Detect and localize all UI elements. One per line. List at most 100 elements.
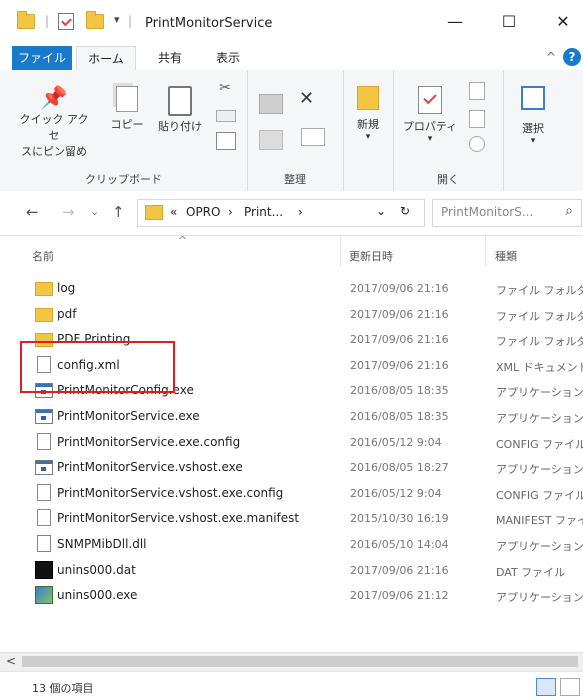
details-view-icon[interactable] — [536, 678, 556, 696]
column-date-modified[interactable]: 更新日時 — [349, 248, 393, 264]
folder-icon — [35, 282, 53, 296]
pin-icon: 📌 — [40, 86, 68, 111]
group-label-organize: 整理 — [284, 173, 306, 186]
file-row[interactable]: PrintMonitorService.exe.config 2016/05/1… — [0, 429, 583, 455]
folder-icon — [35, 333, 53, 348]
recent-locations-button[interactable]: ⌄ — [90, 205, 99, 218]
horizontal-scrollbar[interactable]: < — [0, 652, 583, 671]
tab-view[interactable]: 表示 — [208, 46, 248, 70]
open-icon[interactable] — [469, 82, 485, 100]
sort-indicator-icon: ^ — [178, 234, 188, 247]
scroll-thumb[interactable] — [22, 656, 578, 667]
copy-path-icon[interactable] — [216, 110, 236, 122]
address-dropdown[interactable]: ⌄ — [376, 204, 386, 218]
group-new: 新規 ▾ — [343, 70, 394, 191]
pin-quick-access-button[interactable]: 📌 クイック アクセ スにピン留め — [18, 86, 90, 159]
properties-icon — [58, 12, 74, 30]
ribbon: 📌 クイック アクセ スにピン留め コピー 貼り付け ✂ クリップボード ✕ 整… — [0, 70, 583, 192]
setup-exe-icon — [35, 586, 53, 605]
group-select: 選択 ▾ — [503, 70, 563, 191]
copy-icon — [116, 86, 138, 112]
copy-button[interactable]: コピー — [110, 86, 144, 132]
large-icons-view-icon[interactable] — [560, 678, 580, 696]
column-name[interactable]: 名前 — [32, 248, 54, 264]
exe-icon — [35, 383, 53, 399]
file-row[interactable]: unins000.exe 2017/09/06 21:12 アプリケーション — [0, 582, 583, 608]
close-button[interactable]: ✕ — [548, 10, 578, 34]
qat-folder-icon[interactable] — [17, 10, 35, 30]
copy-to-icon[interactable] — [259, 130, 283, 150]
select-button[interactable]: 選択 ▾ — [513, 86, 553, 146]
folder-icon — [145, 205, 163, 220]
column-headers: ^ 名前 更新日時 種類 — [0, 234, 583, 266]
new-folder-icon — [357, 86, 379, 110]
file-row[interactable]: PrintMonitorService.vshost.exe.manifest … — [0, 505, 583, 531]
address-box[interactable]: « OPRO › Print... › ⌄ ↻ — [137, 199, 425, 227]
delete-icon[interactable]: ✕ — [299, 88, 314, 109]
scroll-left-icon[interactable]: < — [6, 654, 16, 668]
minimize-button[interactable]: — — [440, 10, 470, 34]
refresh-button[interactable]: ↻ — [400, 204, 410, 218]
document-icon — [37, 355, 51, 373]
properties-check-icon — [418, 86, 442, 114]
exe-icon — [35, 408, 53, 424]
group-open: プロパティ ▾ 開く — [393, 70, 504, 191]
ribbon-collapse-icon[interactable]: ^ — [546, 50, 556, 64]
qat-customize-icon[interactable]: ▾ — [114, 13, 120, 26]
new-folder-icon — [86, 10, 104, 29]
file-row[interactable]: PrintMonitorConfig.exe 2016/08/05 18:35 … — [0, 377, 583, 403]
dat-icon — [35, 560, 53, 579]
tab-home[interactable]: ホーム — [76, 46, 136, 71]
tab-file[interactable]: ファイル — [12, 46, 72, 70]
qat-separator: | — [45, 14, 50, 28]
breadcrumb-opro[interactable]: OPRO — [186, 205, 220, 219]
up-button[interactable]: ↑ — [112, 203, 125, 221]
select-grid-icon — [521, 86, 545, 110]
cut-icon[interactable]: ✂ — [215, 80, 235, 96]
dll-icon — [37, 534, 51, 552]
folder-icon — [35, 307, 53, 322]
breadcrumb-print[interactable]: Print... — [244, 205, 283, 219]
group-label-clipboard: クリップボード — [85, 173, 162, 186]
file-row[interactable]: log 2017/09/06 21:16 ファイル フォルダー — [0, 275, 583, 301]
ribbon-tabs: ファイル ホーム 共有 表示 ^ ? — [0, 44, 583, 71]
search-box[interactable]: PrintMonitorS... ⌕ — [432, 199, 582, 227]
qat-new-folder-icon[interactable] — [86, 10, 104, 30]
paste-shortcut-icon[interactable] — [216, 132, 236, 150]
new-button[interactable]: 新規 ▾ — [351, 86, 385, 142]
paste-icon — [168, 86, 192, 116]
folder-icon — [17, 10, 35, 29]
status-bar: 13 個の項目 — [0, 671, 583, 700]
rename-icon[interactable] — [301, 128, 325, 146]
properties-button[interactable]: プロパティ ▾ — [401, 86, 459, 144]
title-separator: | — [128, 14, 133, 28]
file-row[interactable]: PrintMonitorService.vshost.exe 2016/08/0… — [0, 454, 583, 480]
help-icon[interactable]: ? — [563, 48, 581, 66]
column-type[interactable]: 種類 — [495, 248, 517, 264]
file-row[interactable]: config.xml 2017/09/06 21:16 XML ドキュメント — [0, 352, 583, 378]
forward-button[interactable]: → — [62, 203, 75, 221]
file-row[interactable]: PrintMonitorService.exe 2016/08/05 18:35… — [0, 403, 583, 429]
file-row[interactable]: PrintMonitorService.vshost.exe.config 20… — [0, 480, 583, 506]
move-to-icon[interactable] — [259, 94, 283, 114]
tab-share[interactable]: 共有 — [150, 46, 190, 70]
edit-icon[interactable] — [469, 110, 485, 128]
document-icon — [37, 432, 51, 450]
file-row[interactable]: unins000.dat 2017/09/06 21:16 DAT ファイル — [0, 557, 583, 583]
file-row[interactable]: PDF Printing 2017/09/06 21:16 ファイル フォルダー — [0, 326, 583, 352]
back-button[interactable]: ← — [26, 203, 39, 221]
file-row[interactable]: SNMPMibDll.dll 2016/05/10 14:04 アプリケーション… — [0, 531, 583, 557]
window-title: PrintMonitorService — [145, 16, 273, 31]
qat-properties-icon[interactable] — [58, 12, 74, 30]
paste-button[interactable]: 貼り付け — [156, 86, 204, 134]
group-label-open: 開く — [437, 173, 459, 186]
item-count: 13 個の項目 — [32, 682, 94, 695]
maximize-button[interactable]: ☐ — [494, 10, 524, 34]
search-input[interactable]: PrintMonitorS... — [441, 205, 533, 219]
file-row[interactable]: pdf 2017/09/06 21:16 ファイル フォルダー — [0, 301, 583, 327]
exe-icon — [35, 460, 53, 476]
document-icon — [37, 509, 51, 527]
history-icon[interactable] — [469, 136, 485, 152]
file-list: log 2017/09/06 21:16 ファイル フォルダー pdf 2017… — [0, 275, 583, 608]
search-icon[interactable]: ⌕ — [565, 203, 573, 219]
